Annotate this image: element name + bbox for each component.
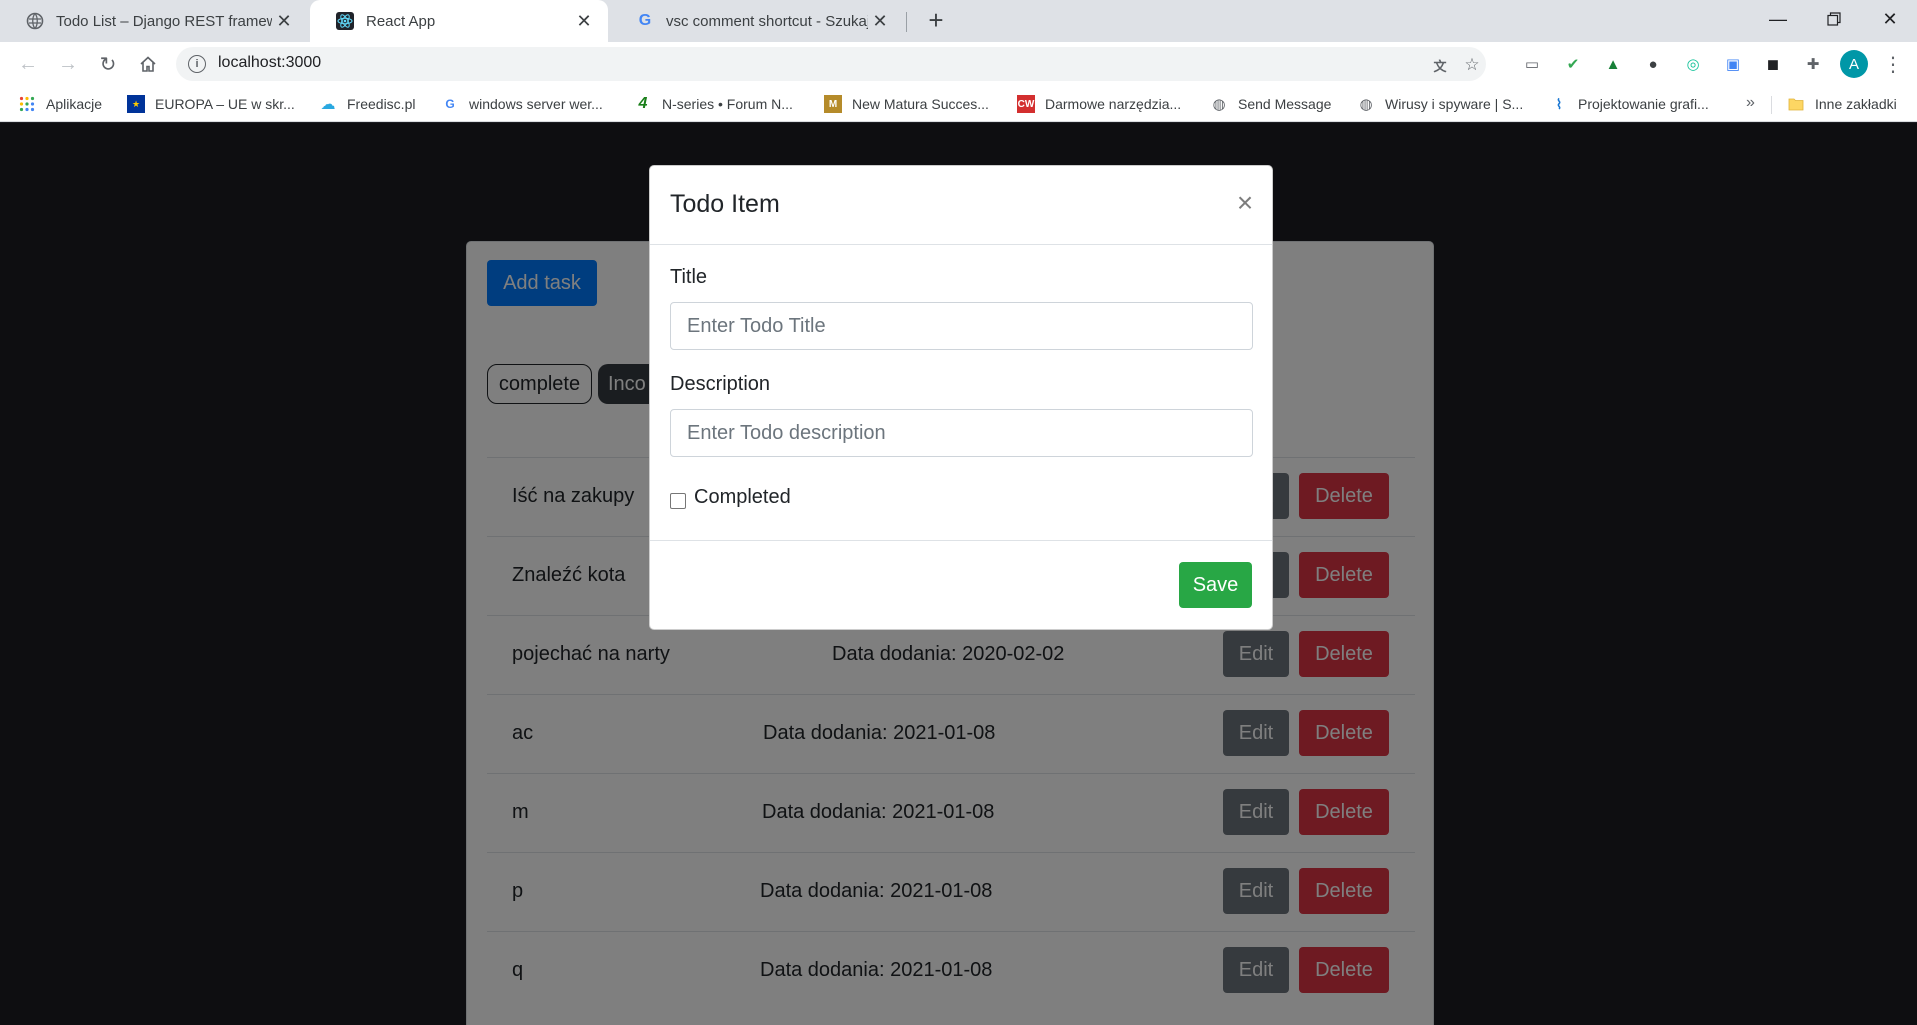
globe-icon [26,12,44,30]
tab-separator [906,12,907,32]
browser-toolbar: ← → ↻ i localhost:3000 文 ☆ ▭ ✔ ▲ ● ◎ ▣ ◼… [0,42,1917,86]
address-bar[interactable]: i localhost:3000 文 ☆ [176,47,1486,81]
title-label: Title [670,266,708,288]
globe-icon: ◍ [1212,96,1226,113]
back-button[interactable]: ← [14,50,42,78]
bookmark-label: Freedisc.pl [347,96,416,112]
save-button[interactable]: Save [1179,562,1252,608]
n-series-icon: 4 [638,95,648,112]
tab-todo-list[interactable]: Todo List – Django REST framewo ✕ [0,0,308,42]
bookmark-darmowe[interactable]: CW Darmowe narzędzia... [1017,94,1181,114]
forward-button[interactable]: → [54,50,82,78]
close-window-button[interactable]: ✕ [1862,0,1917,38]
bookmark-freedisc[interactable]: ☁ Freedisc.pl [319,94,416,114]
book-icon: M [824,95,842,113]
close-tab-icon[interactable]: ✕ [572,9,596,33]
close-tab-icon[interactable]: ✕ [868,9,892,33]
page-viewport: Add task complete Inco Iść na zakupy Edi… [0,123,1917,1025]
browser-tabstrip: Todo List – Django REST framewo ✕ React … [0,0,1917,42]
bookmarks-bar: Aplikacje ★ EUROPA – UE w skr... ☁ Freed… [0,86,1917,122]
bookmark-label: Aplikacje [46,96,103,112]
grammarly-extension-icon[interactable]: ◎ [1682,53,1704,75]
folder-icon [1787,95,1805,113]
modal-header: Todo Item × [650,166,1272,245]
tab-google-search[interactable]: G vsc comment shortcut - Szukaj w ✕ [610,0,904,42]
bookmarks-divider [1771,96,1772,114]
bookmark-n-series[interactable]: 4 N-series • Forum N... [634,94,793,114]
google-icon: G [445,97,455,111]
profile-avatar[interactable]: A [1840,50,1868,78]
bookmark-label: Send Message [1238,96,1332,112]
close-icon[interactable]: × [1230,187,1260,218]
mountain-extension-icon[interactable]: ▲ [1602,53,1624,75]
bookmark-label: N-series • Forum N... [662,96,793,112]
bookmark-label: Darmowe narzędzia... [1045,96,1182,112]
cloud-icon: ☁ [320,96,336,113]
google-icon: G [638,12,652,29]
completed-label[interactable]: Completed [694,486,791,509]
bookmark-label: Inne zakładki [1815,96,1897,112]
apps-grid-icon [18,95,36,113]
new-tab-button[interactable]: + [922,5,950,35]
bookmark-star-icon[interactable]: ☆ [1462,55,1482,75]
react-icon [336,12,354,30]
cw-icon: CW [1017,95,1035,113]
description-label: Description [670,373,771,395]
tab-title: Todo List – Django REST framewo [56,12,272,30]
translate-icon[interactable]: 文 [1430,55,1450,75]
completed-checkbox[interactable] [670,493,686,509]
minimize-button[interactable]: — [1750,0,1806,38]
modal-title: Todo Item [670,190,780,218]
menu-kebab-icon[interactable]: ⋮ [1882,50,1904,78]
home-button[interactable] [134,50,162,78]
bookmark-label: Projektowanie grafi... [1578,96,1709,112]
todo-item-modal: Todo Item × Title Description Completed … [649,165,1273,630]
globe-icon: ◍ [1359,96,1373,113]
title-input[interactable] [670,302,1253,350]
url-text: localhost:3000 [218,54,322,71]
tab-title: vsc comment shortcut - Szukaj w [666,12,868,30]
description-input[interactable] [670,409,1253,457]
bookmark-windows-server[interactable]: G windows server wer... [441,94,603,114]
bookmarks-overflow-icon[interactable]: » [1746,94,1755,112]
restore-button[interactable] [1806,0,1862,38]
bookmark-wirusy[interactable]: ◍ Wirusy i spyware | S... [1357,94,1523,114]
close-tab-icon[interactable]: ✕ [272,9,296,33]
dots-extension-icon[interactable]: ● [1642,53,1664,75]
bookmark-other[interactable]: Inne zakładki [1787,94,1897,114]
reload-button[interactable]: ↻ [94,50,122,78]
window-extension-icon[interactable]: ▣ [1722,53,1744,75]
bookmark-label: New Matura Succes... [852,96,989,112]
bookmark-new-matura[interactable]: M New Matura Succes... [824,94,989,114]
tab-title: React App [366,12,436,30]
modal-footer: Save [650,540,1272,629]
bookmark-label: EUROPA – UE w skr... [155,96,295,112]
chart-icon: ⌇ [1555,95,1563,112]
tab-react-app[interactable]: React App ✕ [310,0,608,42]
bookmark-projektowanie[interactable]: ⌇ Projektowanie grafi... [1550,94,1709,114]
bookmark-send-message[interactable]: ◍ Send Message [1210,94,1331,114]
eu-flag-icon: ★ [127,95,145,113]
check-extension-icon[interactable]: ✔ [1562,53,1584,75]
bookmark-aplikacje[interactable]: Aplikacje [18,94,102,114]
cast-extension-icon[interactable]: ▭ [1521,53,1543,75]
glasses-extension-icon[interactable]: ◼ [1762,53,1784,75]
bookmark-label: Wirusy i spyware | S... [1385,96,1524,112]
bookmark-label: windows server wer... [469,96,603,112]
site-info-icon[interactable]: i [188,55,206,73]
puzzle-extensions-icon[interactable]: ✚ [1802,53,1824,75]
bookmark-europa[interactable]: ★ EUROPA – UE w skr... [127,94,295,114]
